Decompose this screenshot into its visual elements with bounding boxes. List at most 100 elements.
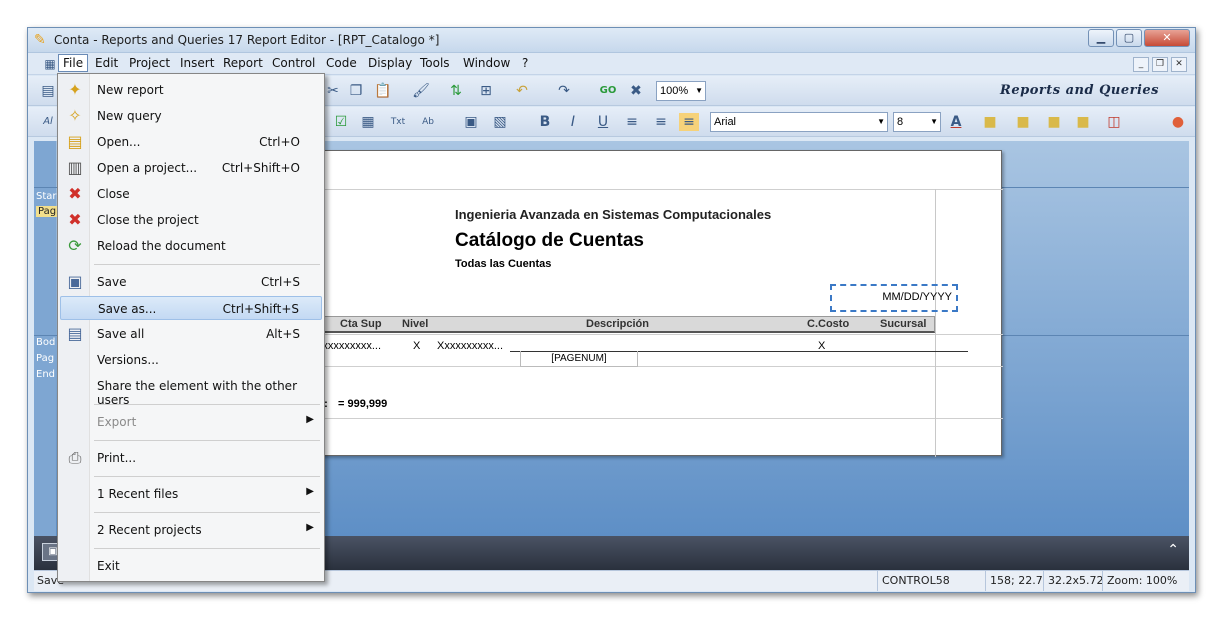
color-palette-icon[interactable]: ●	[1168, 113, 1188, 131]
font-size-select[interactable]: 8 ▼	[893, 112, 941, 132]
text-tool-icon[interactable]: Txt	[388, 113, 408, 131]
date-field-selected[interactable]: MM/DD/YYYY	[830, 284, 958, 312]
menu-item-open-project[interactable]: ▥ Open a project... Ctrl+Shift+O	[60, 156, 322, 180]
report-subtitle[interactable]: Todas las Cuentas	[455, 258, 551, 270]
underline-icon[interactable]: U	[593, 113, 613, 131]
menu-item-new-report[interactable]: ✦ New report	[60, 78, 322, 102]
ungroup-icon[interactable]: ■	[1073, 113, 1093, 131]
menu-file[interactable]: File	[58, 54, 89, 72]
sort-icon[interactable]: ⇅	[446, 82, 466, 100]
menu-item-share[interactable]: Share the element with the other users	[60, 374, 322, 407]
row-nivel[interactable]: X	[413, 340, 420, 352]
menu-separator	[94, 404, 320, 405]
menu-item-label: 1 Recent files	[97, 487, 179, 501]
cut-icon[interactable]: ✂	[323, 82, 343, 100]
redo-icon[interactable]: ↷	[554, 82, 574, 100]
menu-insert[interactable]: Insert	[180, 56, 214, 70]
table-tool-icon[interactable]: ▦	[358, 113, 378, 131]
status-size: 32.2x5.72	[1043, 571, 1104, 591]
page-number-field[interactable]: [PAGENUM]	[520, 351, 638, 367]
italic-icon[interactable]: I	[563, 113, 583, 131]
copy-icon[interactable]: ❐	[346, 82, 366, 100]
menu-help[interactable]: ?	[522, 56, 528, 70]
menu-control[interactable]: Control	[272, 56, 315, 70]
menu-item-label: Save all	[97, 327, 145, 341]
align-icon[interactable]: Al	[38, 113, 58, 131]
chevron-up-icon[interactable]: ⌃	[1167, 542, 1179, 558]
bring-front-icon[interactable]: ■	[980, 113, 1000, 131]
menu-item-new-query[interactable]: ✧ New query	[60, 104, 322, 128]
menu-display[interactable]: Display	[368, 56, 412, 70]
cancel-icon[interactable]: ✖	[626, 82, 646, 100]
group-icon[interactable]: ■	[1044, 113, 1064, 131]
new-report-icon: ✦	[68, 80, 82, 99]
mdi-close-button[interactable]: ✕	[1171, 57, 1187, 72]
menu-item-open[interactable]: ▤ Open... Ctrl+O	[60, 130, 322, 154]
menu-report[interactable]: Report	[223, 56, 263, 70]
report-title[interactable]: Catálogo de Cuentas	[455, 230, 644, 252]
column-header-band[interactable]: Cta Sup Nivel Descripción C.Costo Sucurs…	[323, 316, 935, 333]
menu-item-print[interactable]: ⎙ Print...	[60, 446, 322, 470]
border-icon[interactable]: ◫	[1104, 113, 1124, 131]
print-icon: ⎙	[68, 448, 82, 467]
menu-item-reload[interactable]: ⟳ Reload the document	[60, 234, 322, 258]
menu-window[interactable]: Window	[463, 56, 510, 70]
menu-edit[interactable]: Edit	[95, 56, 118, 70]
undo-icon[interactable]: ↶	[512, 82, 532, 100]
align-right-icon[interactable]: ≡	[679, 113, 699, 131]
menu-item-export: Export ▶	[60, 410, 322, 434]
menu-item-save-all[interactable]: ▤ Save all Alt+S	[60, 322, 322, 346]
col-sucursal: Sucursal	[880, 318, 927, 330]
align-left-icon[interactable]: ≡	[622, 113, 642, 131]
menu-item-close-project[interactable]: ✖ Close the project	[60, 208, 322, 232]
menu-project[interactable]: Project	[129, 56, 170, 70]
menu-item-recent-files[interactable]: 1 Recent files ▶	[60, 482, 322, 506]
save-as-icon	[65, 299, 87, 319]
align-center-icon[interactable]: ≡	[651, 113, 671, 131]
hierarchy-icon[interactable]: ⊞	[476, 82, 496, 100]
font-size-value: 8	[897, 116, 904, 128]
mdi-restore-button[interactable]: ❐	[1152, 57, 1168, 72]
total-value[interactable]: = 999,999	[338, 398, 387, 410]
menu-item-shortcut: Alt+S	[266, 327, 300, 341]
run-icon[interactable]: GO	[598, 82, 618, 100]
menu-item-label: Print...	[97, 451, 137, 465]
label-tool-icon[interactable]: Ab	[418, 113, 438, 131]
minimize-button[interactable]: ▁	[1088, 29, 1114, 47]
grid-icon[interactable]: ▤	[38, 82, 58, 100]
report-company[interactable]: Ingenieria Avanzada en Sistemas Computac…	[455, 207, 771, 222]
send-back-icon[interactable]: ■	[1013, 113, 1033, 131]
section-label-body[interactable]: Bod	[36, 337, 55, 348]
font-color-icon[interactable]: A	[946, 113, 966, 131]
section-label-start[interactable]: Star	[36, 191, 57, 202]
section-label-page-footer[interactable]: Pag	[36, 353, 54, 364]
mdi-minimize-button[interactable]: _	[1133, 57, 1149, 72]
menu-item-recent-projects[interactable]: 2 Recent projects ▶	[60, 518, 322, 542]
format-painter-icon[interactable]: 🖌	[411, 82, 431, 100]
report-page[interactable]: Ingenieria Avanzada en Sistemas Computac…	[314, 150, 1003, 457]
zoom-select[interactable]: 100% ▼	[656, 81, 706, 101]
menu-item-label: New query	[97, 109, 162, 123]
maximize-button[interactable]: ▢	[1116, 29, 1142, 47]
paste-icon[interactable]: 📋	[373, 82, 393, 100]
menu-item-versions[interactable]: Versions...	[60, 348, 322, 372]
chart-tool-icon[interactable]: ▧	[490, 113, 510, 131]
menu-item-close[interactable]: ✖ Close	[60, 182, 322, 206]
font-family-select[interactable]: Arial ▼	[710, 112, 888, 132]
mdi-doc-icon[interactable]: ▦	[40, 55, 60, 73]
section-strip: Star Pag Bod Pag End	[34, 141, 59, 536]
bold-icon[interactable]: B	[535, 113, 555, 131]
close-window-button[interactable]: ✕	[1144, 29, 1190, 47]
section-label-end[interactable]: End	[36, 369, 55, 380]
menu-item-save-as[interactable]: Save as... Ctrl+Shift+S	[60, 296, 322, 320]
image-tool-icon[interactable]: ▣	[461, 113, 481, 131]
col-nivel: Nivel	[402, 318, 429, 330]
menu-tools[interactable]: Tools	[420, 56, 450, 70]
menu-item-exit[interactable]: Exit	[60, 554, 322, 578]
menu-code[interactable]: Code	[326, 56, 357, 70]
menu-item-label: Save as...	[98, 302, 157, 316]
checkbox-tool-icon[interactable]: ☑	[331, 113, 351, 131]
section-label-page-header[interactable]: Pag	[36, 206, 59, 217]
menu-item-save[interactable]: ▣ Save Ctrl+S	[60, 270, 322, 294]
row-descripcion[interactable]: Xxxxxxxxxx...	[437, 340, 503, 352]
